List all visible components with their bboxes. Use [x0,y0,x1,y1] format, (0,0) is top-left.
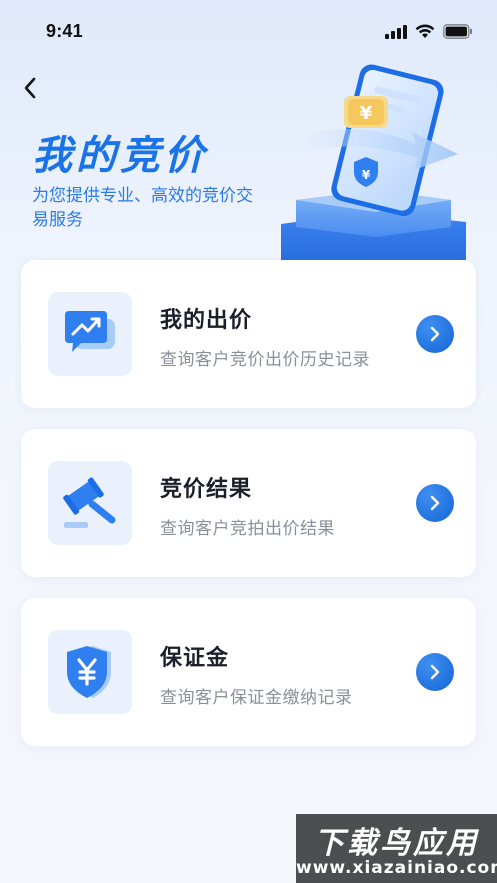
card-description: 查询客户竞拍出价结果 [160,519,335,538]
gavel-icon [63,477,116,528]
chevron-left-icon [24,77,36,99]
card-arrow-button[interactable] [416,315,454,353]
card-bid-results[interactable]: 竞价结果 查询客户竞拍出价结果 [21,429,476,577]
battery-icon [443,24,473,44]
card-icon-box [48,630,132,714]
card-title: 保证金 [160,645,230,670]
card-arrow-button[interactable] [416,653,454,691]
card-title: 我的出价 [160,307,253,332]
card-arrow-button[interactable] [416,484,454,522]
status-bar: 9:41 [0,0,497,60]
hero-illustration: ¥ ¥ [266,62,476,262]
chevron-right-icon [430,495,440,511]
card-my-bids[interactable]: 我的出价 查询客户竞价出价历史记录 [21,260,476,408]
back-button[interactable] [16,74,44,102]
watermark-url: www.xiazainiao.com [296,858,497,878]
card-description: 查询客户竞价出价历史记录 [160,350,370,369]
status-icons [385,24,473,44]
page-title: 我的竞价 [32,133,208,179]
chart-chat-icon [65,311,115,352]
wifi-icon [415,24,435,44]
svg-text:¥: ¥ [360,103,373,124]
card-description: 查询客户保证金缴纳记录 [160,688,353,707]
card-deposit[interactable]: 保证金 查询客户保证金缴纳记录 [21,598,476,746]
card-title: 竞价结果 [160,476,253,501]
yuan-shield-icon [67,646,111,698]
card-icon-box [48,292,132,376]
signal-icon [385,24,407,44]
watermark: 下载鸟应用 www.xiazainiao.com [296,814,497,883]
chevron-right-icon [430,664,440,680]
card-icon-box [48,461,132,545]
watermark-logo-text: 下载鸟应用 [314,826,479,861]
svg-text:¥: ¥ [362,168,371,182]
chevron-right-icon [430,326,440,342]
page-subtitle: 为您提供专业、高效的竞价交易服务 [32,186,253,229]
status-time: 9:41 [46,21,83,41]
